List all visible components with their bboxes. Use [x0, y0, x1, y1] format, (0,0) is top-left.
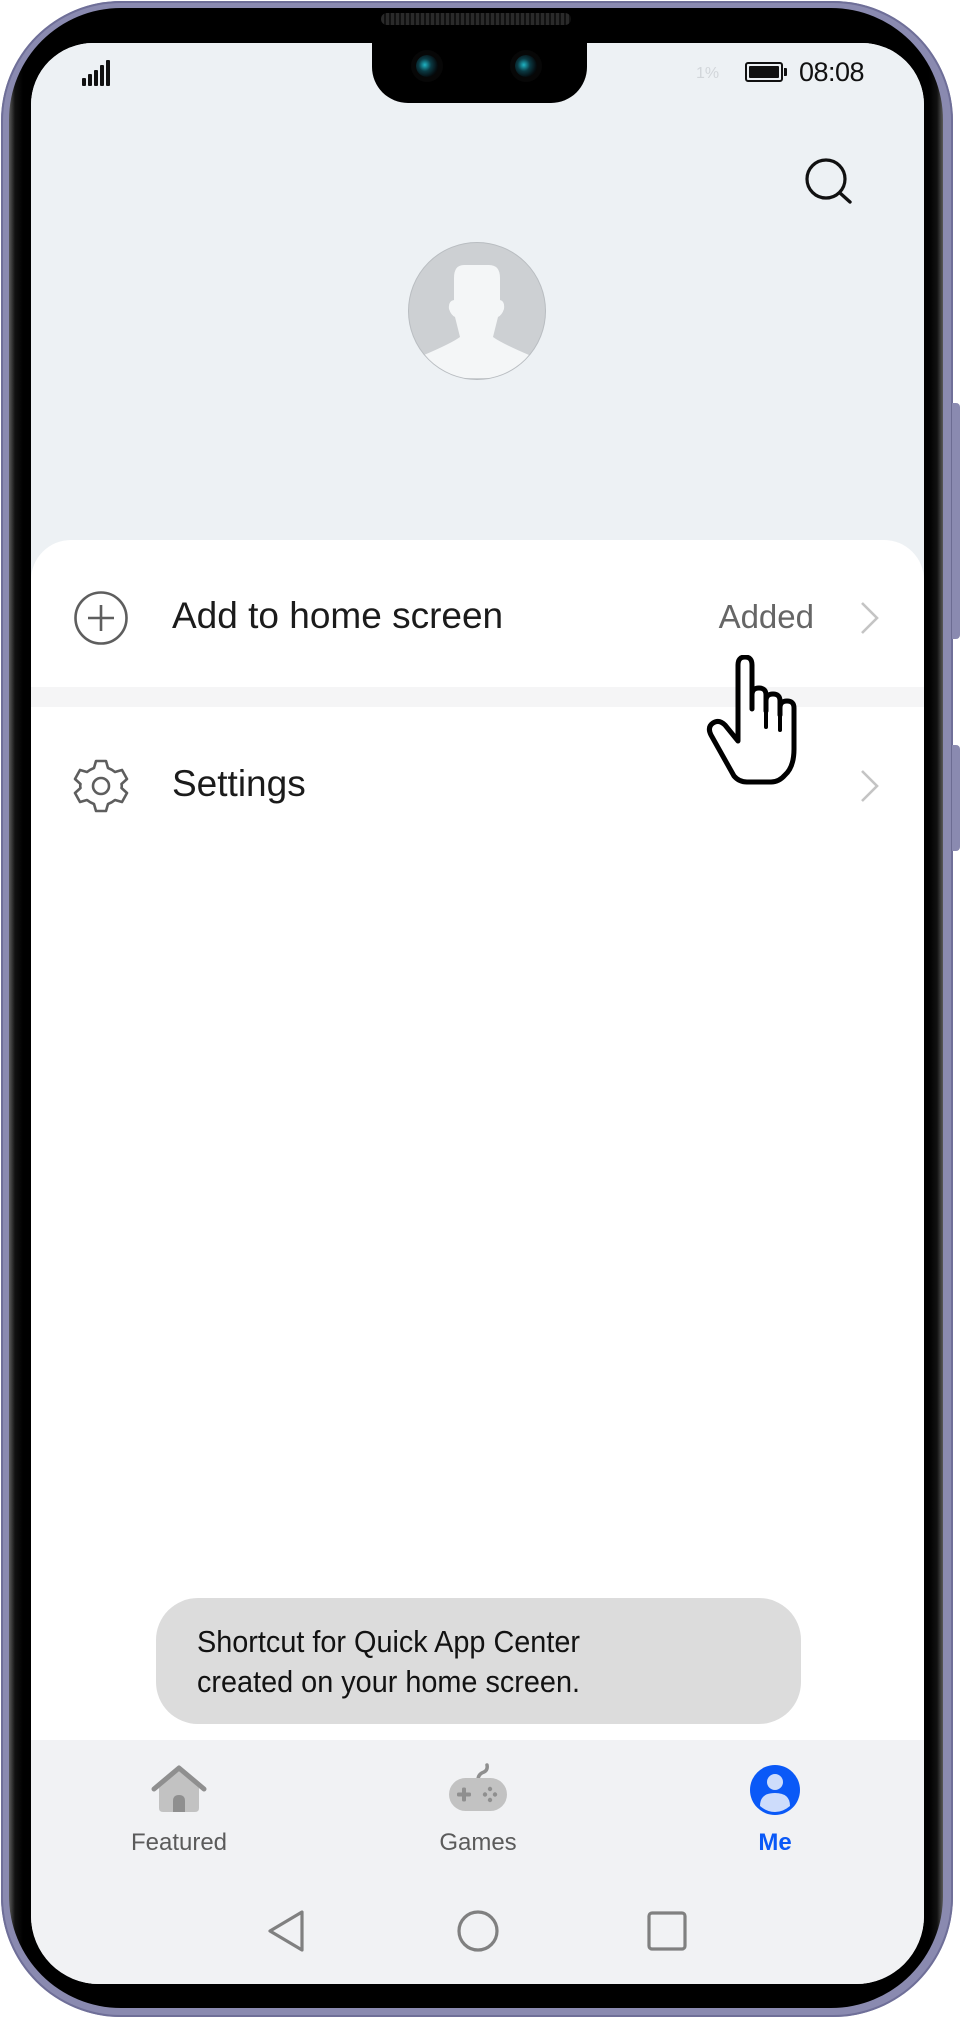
battery-full-icon: [745, 62, 787, 82]
profile-header: 1% 08:08: [31, 43, 924, 603]
signal-strength-icon: [82, 60, 112, 86]
toast-line: Shortcut for Quick App Center: [197, 1624, 580, 1659]
search-button[interactable]: [801, 154, 861, 214]
toast-message: Shortcut for Quick App Center created on…: [156, 1598, 801, 1724]
added-status: Added: [718, 598, 814, 635]
row-label: Add to home screen: [172, 595, 504, 636]
row-divider: [31, 687, 924, 707]
bottom-navigation: Featured Games Me: [31, 1740, 924, 1984]
add-circle-icon: [74, 591, 128, 645]
front-camera: [416, 55, 438, 77]
camera-notch: [372, 43, 587, 103]
avatar[interactable]: [408, 242, 546, 380]
volume-button: [951, 403, 960, 639]
tab-featured[interactable]: Featured: [79, 1740, 279, 1880]
earpiece-speaker: [381, 13, 571, 25]
front-sensor: [515, 55, 537, 77]
toast-line: created on your home screen.: [197, 1664, 581, 1699]
tab-label: Games: [439, 1829, 517, 1856]
gamepad-icon: [449, 1763, 507, 1811]
add-to-home-screen-row[interactable]: Add to home screen Added: [31, 540, 924, 707]
gear-icon: [73, 759, 129, 813]
status-time: 08:08: [799, 57, 865, 87]
tab-me[interactable]: Me: [675, 1740, 875, 1880]
tab-label: Me: [758, 1829, 792, 1856]
tab-label: Featured: [130, 1829, 228, 1856]
home-icon: [151, 1765, 207, 1812]
back-icon[interactable]: [261, 1906, 311, 1956]
default-user-avatar-icon: [419, 265, 534, 378]
home-circle-icon[interactable]: [453, 1906, 503, 1956]
row-label: Settings: [172, 763, 306, 804]
user-circle-icon: [750, 1765, 800, 1815]
system-navigation-bar: [31, 1890, 924, 1980]
screen: 1% 08:08 Add to home screen Added Settin…: [31, 43, 924, 1984]
chevron-right-icon: [861, 770, 879, 802]
chevron-right-icon: [861, 602, 879, 634]
battery-percent-ghost: 1%: [696, 65, 720, 82]
recents-square-icon[interactable]: [642, 1906, 692, 1956]
settings-row[interactable]: Settings: [31, 708, 924, 858]
search-icon: [805, 158, 852, 204]
power-button: [951, 745, 960, 851]
tab-games[interactable]: Games: [378, 1740, 578, 1880]
